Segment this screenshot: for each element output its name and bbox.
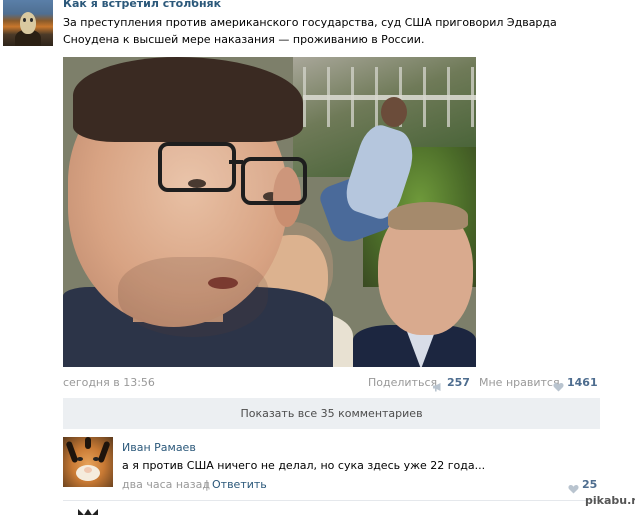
comment-divider	[63, 500, 600, 501]
heart-icon[interactable]	[553, 377, 564, 392]
tiger-stripe	[85, 437, 91, 449]
group-name-link[interactable]: Как я встретил столбняк	[63, 0, 221, 10]
comment-author-avatar[interactable]	[63, 437, 113, 487]
megaphone-icon[interactable]	[432, 377, 443, 392]
next-comment-avatar[interactable]	[78, 509, 98, 515]
share-button[interactable]: Поделиться	[368, 376, 437, 389]
comment-separator: |	[205, 478, 209, 491]
share-count[interactable]: 257	[447, 376, 470, 389]
tiger-eye	[77, 457, 83, 461]
glasses-lens-right	[241, 157, 307, 205]
main-figure-mouth	[208, 277, 238, 289]
tiger-eye	[93, 457, 99, 461]
comment-text: а я против США ничего не делал, но сука …	[122, 459, 486, 472]
main-figure-hair	[73, 57, 303, 142]
man-right-hair	[388, 202, 468, 230]
glasses-bridge	[229, 160, 243, 164]
comment-time-link[interactable]: два часа назад	[122, 478, 210, 491]
group-avatar[interactable]	[3, 0, 53, 46]
post-photo[interactable]	[63, 57, 476, 367]
show-all-comments-button[interactable]: Показать все 35 комментариев	[63, 398, 600, 429]
comment-like-count[interactable]: 25	[582, 478, 597, 491]
avatar-figure-face	[20, 12, 36, 34]
post-text: За преступления против американского гос…	[63, 16, 557, 46]
comment-author-name[interactable]: Иван Рамаев	[122, 441, 196, 454]
like-count[interactable]: 1461	[567, 376, 598, 389]
like-button[interactable]: Мне нравится	[479, 376, 560, 389]
watermark: pikabu.ru	[585, 494, 635, 507]
glasses-lens-left	[158, 142, 236, 192]
heart-icon[interactable]	[568, 479, 579, 494]
reply-button[interactable]: Ответить	[212, 478, 267, 491]
tiger-nose	[84, 467, 92, 473]
tiger-stripe	[97, 440, 111, 464]
climber-figure-head	[381, 97, 407, 127]
post-time-link[interactable]: сегодня в 13:56	[63, 376, 155, 389]
main-figure-stubble	[118, 257, 268, 337]
